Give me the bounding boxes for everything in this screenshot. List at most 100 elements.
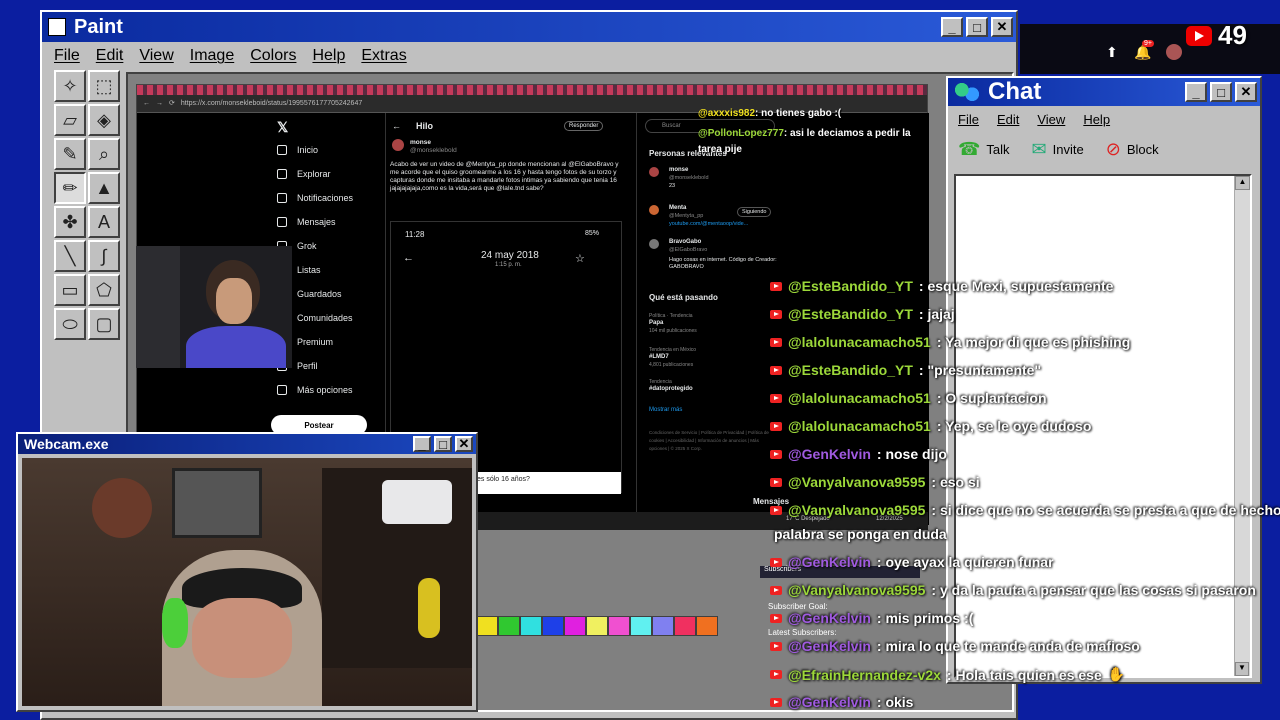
chat-maximize-button[interactable]: □ — [1210, 82, 1232, 102]
forward-icon[interactable]: → — [156, 100, 163, 107]
chat-line: @GenKelvin: mis primos :( — [770, 610, 973, 626]
palette-swatch[interactable] — [608, 616, 630, 636]
brush-icon[interactable]: ▲ — [88, 172, 120, 204]
phone-date: 24 may 2018 — [481, 250, 539, 261]
palette-swatch[interactable] — [498, 616, 520, 636]
chat-line: @GenKelvin: mira lo que te mande anda de… — [770, 638, 1140, 654]
palette-swatch[interactable] — [520, 616, 542, 636]
nav-notifications[interactable]: Notificaciones — [277, 193, 353, 203]
menu-image[interactable]: Image — [190, 47, 234, 65]
more-icon — [277, 385, 287, 395]
magnifier-icon[interactable]: ⌕ — [88, 138, 120, 170]
webcam-maximize-button[interactable]: □ — [434, 436, 452, 452]
color-picker-icon[interactable]: ✎ — [54, 138, 86, 170]
chat-menubar: File Edit View Help — [948, 106, 1260, 133]
chat-menu-edit[interactable]: Edit — [997, 112, 1019, 127]
minimize-button[interactable]: _ — [941, 17, 963, 37]
trend-name-3[interactable]: #datoprotegido — [649, 386, 693, 392]
menu-file[interactable]: File — [54, 47, 80, 65]
talk-button[interactable]: ☎ Talk — [958, 139, 1010, 160]
star-icon: ☆ — [575, 253, 585, 265]
palette-swatch[interactable] — [652, 616, 674, 636]
palette-swatch[interactable] — [674, 616, 696, 636]
back-icon[interactable]: ← — [143, 100, 150, 107]
pencil-icon[interactable]: ✏ — [54, 172, 86, 204]
rounded-rect-icon[interactable]: ▢ — [88, 308, 120, 340]
x-logo-icon[interactable]: 𝕏 — [277, 119, 288, 136]
stream-chat-overlay: @EsteBandido_YT: esque Mexi, supuestamen… — [770, 274, 1280, 720]
close-button[interactable]: ✕ — [991, 17, 1013, 37]
menu-view[interactable]: View — [139, 47, 173, 65]
trend-name-2[interactable]: #LMD7 — [649, 354, 669, 360]
airbrush-icon[interactable]: ✤ — [54, 206, 86, 238]
author-avatar[interactable] — [392, 139, 404, 151]
menu-help[interactable]: Help — [312, 47, 345, 65]
rect-select-icon[interactable]: ⬚ — [88, 70, 120, 102]
relevant-name-2[interactable]: Menta — [669, 205, 686, 211]
paint-app-icon — [48, 18, 66, 36]
show-more-link[interactable]: Mostrar más — [649, 407, 682, 413]
chat-line: @GenKelvin: nose dijo — [770, 446, 947, 462]
youtube-small-icon — [770, 697, 782, 707]
youtube-small-icon — [770, 449, 782, 459]
block-button[interactable]: ⊘ Block — [1106, 139, 1159, 160]
menu-extras[interactable]: Extras — [361, 47, 406, 65]
maximize-button[interactable]: □ — [966, 17, 988, 37]
webcam-minimize-button[interactable]: _ — [413, 436, 431, 452]
nav-messages[interactable]: Mensajes — [277, 217, 336, 227]
play-button-plaque — [172, 468, 262, 538]
youtube-icon — [1186, 26, 1212, 46]
relevant-name-1[interactable]: monse — [669, 167, 688, 173]
relevant-avatar-1[interactable] — [649, 167, 659, 177]
chat-menu-file[interactable]: File — [958, 112, 979, 127]
reload-icon[interactable]: ⟳ — [169, 99, 175, 107]
curve-icon[interactable]: ∫ — [88, 240, 120, 272]
chat-line: @EsteBandido_YT: "presuntamente" — [770, 362, 1041, 378]
chat-menu-help[interactable]: Help — [1083, 112, 1110, 127]
nav-home[interactable]: Inicio — [277, 145, 318, 155]
fill-bucket-icon[interactable]: ◈ — [88, 104, 120, 136]
youtube-small-icon — [770, 585, 782, 595]
trend-name-1[interactable]: Papa — [649, 320, 663, 326]
palette-swatch[interactable] — [542, 616, 564, 636]
palette-swatch[interactable] — [476, 616, 498, 636]
line-icon[interactable]: ╲ — [54, 240, 86, 272]
relevant-avatar-2[interactable] — [649, 205, 659, 215]
relevant-extra-3: Hago cosas en internet. Código de Creado… — [669, 257, 777, 270]
author-name[interactable]: monse — [410, 139, 431, 146]
scroll-up-icon[interactable]: ▲ — [1235, 176, 1250, 190]
relevant-avatar-3[interactable] — [649, 239, 659, 249]
polygon-icon[interactable]: ⬠ — [88, 274, 120, 306]
invite-button[interactable]: ✉ Invite — [1032, 139, 1084, 160]
palette-swatch[interactable] — [630, 616, 652, 636]
relevant-name-3[interactable]: BravoGabo — [669, 239, 701, 245]
reply-button[interactable]: Responder — [564, 121, 604, 131]
menu-colors[interactable]: Colors — [250, 47, 296, 65]
palette-swatch[interactable] — [696, 616, 718, 636]
upload-icon[interactable]: ⬆ — [1106, 44, 1118, 61]
free-select-icon[interactable]: ✧ — [54, 70, 86, 102]
author-handle[interactable]: @monseklebold — [410, 147, 457, 154]
chat-close-button[interactable]: ✕ — [1235, 82, 1257, 102]
trend-count-2: 4,801 publicaciones — [649, 362, 694, 368]
youtube-small-icon — [770, 613, 782, 623]
chat-menu-view[interactable]: View — [1037, 112, 1065, 127]
webcam-close-button[interactable]: ✕ — [455, 436, 473, 452]
chat-line: @lalolunacamacho51: Ya mejor di que es p… — [770, 334, 1130, 350]
ellipse-icon[interactable]: ⬭ — [54, 308, 86, 340]
palette-swatch[interactable] — [586, 616, 608, 636]
nav-explore[interactable]: Explorar — [277, 169, 331, 179]
text-tool-icon[interactable]: A — [88, 206, 120, 238]
person-shirt — [186, 326, 286, 368]
relevant-handle-3: @ElGaboBravo — [669, 247, 708, 253]
eraser-icon[interactable]: ▱ — [54, 104, 86, 136]
nav-more[interactable]: Más opciones — [277, 385, 353, 395]
menu-edit[interactable]: Edit — [96, 47, 124, 65]
back-arrow-icon[interactable]: ← — [392, 121, 401, 131]
rectangle-icon[interactable]: ▭ — [54, 274, 86, 306]
avatar[interactable] — [1166, 44, 1182, 60]
url-text[interactable]: https://x.com/monsekleboid/status/199557… — [181, 100, 362, 107]
chat-minimize-button[interactable]: _ — [1185, 82, 1207, 102]
palette-swatch[interactable] — [564, 616, 586, 636]
following-button[interactable]: Siguiendo — [737, 207, 772, 217]
